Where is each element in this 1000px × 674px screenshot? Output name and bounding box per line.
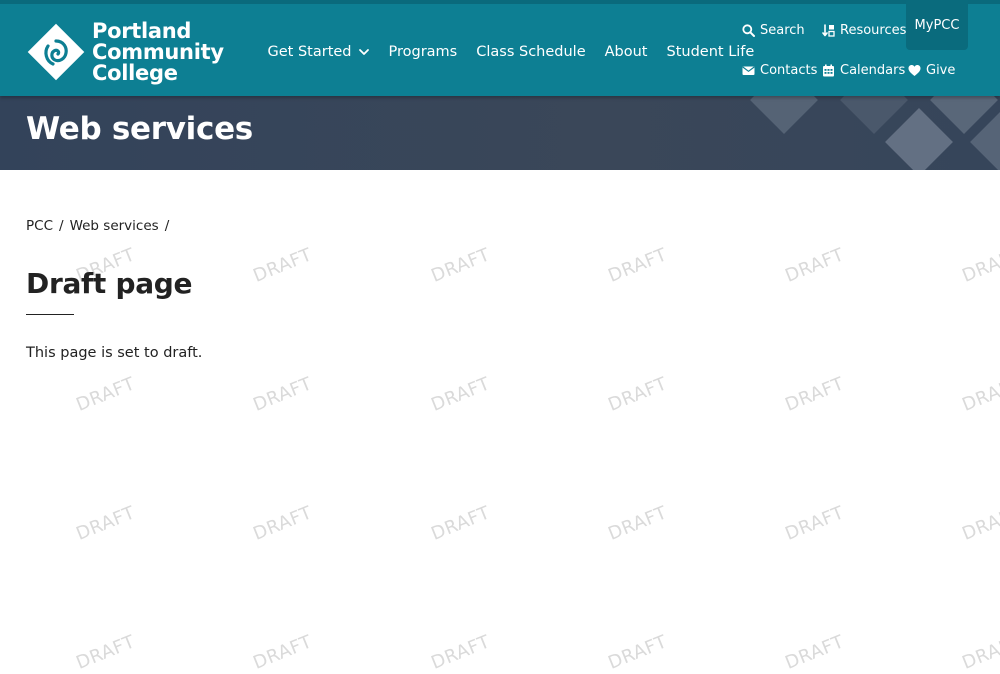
watermark-text: DRAFT <box>959 502 1000 545</box>
watermark-text: DRAFT <box>250 631 316 674</box>
resources-link[interactable]: Resources <box>822 23 906 38</box>
logo-line-3: College <box>92 60 178 85</box>
banner-title: Web services <box>26 111 253 147</box>
calendars-link[interactable]: Calendars <box>822 63 905 78</box>
main-nav: Get Started Programs Class Schedule Abou… <box>258 8 764 96</box>
breadcrumb: PCC / Web services / <box>26 218 926 234</box>
watermark-text: DRAFT <box>73 502 139 545</box>
nav-class-schedule[interactable]: Class Schedule <box>467 44 595 60</box>
logo-line-1: Portland <box>92 18 192 43</box>
resources-icon <box>822 24 835 37</box>
title-divider <box>26 314 74 315</box>
watermark-text: DRAFT <box>605 631 671 674</box>
watermark-text: DRAFT <box>250 373 316 416</box>
watermark-text: DRAFT <box>959 244 1000 287</box>
logo-wordmark: Portland Community College <box>92 18 224 85</box>
watermark-text: DRAFT <box>959 373 1000 416</box>
page-banner: Web services <box>0 96 1000 170</box>
calendar-icon <box>823 64 834 77</box>
page-body-text: This page is set to draft. <box>26 345 203 361</box>
nav-programs[interactable]: Programs <box>379 44 467 60</box>
watermark-text: DRAFT <box>250 502 316 545</box>
watermark-text: DRAFT <box>73 373 139 416</box>
pcc-logo-icon <box>27 23 85 81</box>
watermark-text: DRAFT <box>73 631 139 674</box>
watermark-text: DRAFT <box>428 373 494 416</box>
nav-get-started[interactable]: Get Started <box>258 44 379 60</box>
watermark-text: DRAFT <box>605 373 671 416</box>
breadcrumb-separator: / <box>164 218 170 234</box>
heart-icon <box>908 65 921 76</box>
watermark-text: DRAFT <box>605 502 671 545</box>
give-link[interactable]: Give <box>908 63 955 78</box>
search-link[interactable]: Search <box>742 23 805 38</box>
watermark-text: DRAFT <box>782 631 848 674</box>
breadcrumb-separator: / <box>59 218 64 234</box>
resources-label: Resources <box>840 23 907 38</box>
mypcc-button[interactable]: MyPCC <box>906 0 968 50</box>
envelope-icon <box>742 66 755 75</box>
nav-about[interactable]: About <box>595 44 657 60</box>
watermark-text: DRAFT <box>959 631 1000 674</box>
chevron-down-icon <box>358 49 369 55</box>
watermark-text: DRAFT <box>782 373 848 416</box>
breadcrumb-pcc[interactable]: PCC <box>26 218 53 234</box>
banner-diamond-pattern <box>750 96 1000 170</box>
pcc-logo[interactable]: Portland Community College <box>26 16 241 88</box>
watermark-text: DRAFT <box>782 502 848 545</box>
watermark-text: DRAFT <box>428 631 494 674</box>
nav-label: Get Started <box>267 44 352 60</box>
search-icon <box>742 24 755 37</box>
page-title: Draft page <box>26 267 193 300</box>
contacts-label: Contacts <box>760 63 818 78</box>
logo-line-2: Community <box>92 39 224 64</box>
site-header: Portland Community College Get Started P… <box>0 0 1000 96</box>
give-label: Give <box>926 63 956 78</box>
contacts-link[interactable]: Contacts <box>742 63 817 78</box>
calendars-label: Calendars <box>840 63 906 78</box>
search-label: Search <box>760 23 805 38</box>
main-content: PCC / Web services / Draft page This pag… <box>26 218 926 376</box>
watermark-text: DRAFT <box>428 502 494 545</box>
breadcrumb-web-services[interactable]: Web services <box>70 218 159 234</box>
utility-nav: Search Resources MyPCC Contacts Calendar… <box>728 0 1000 96</box>
